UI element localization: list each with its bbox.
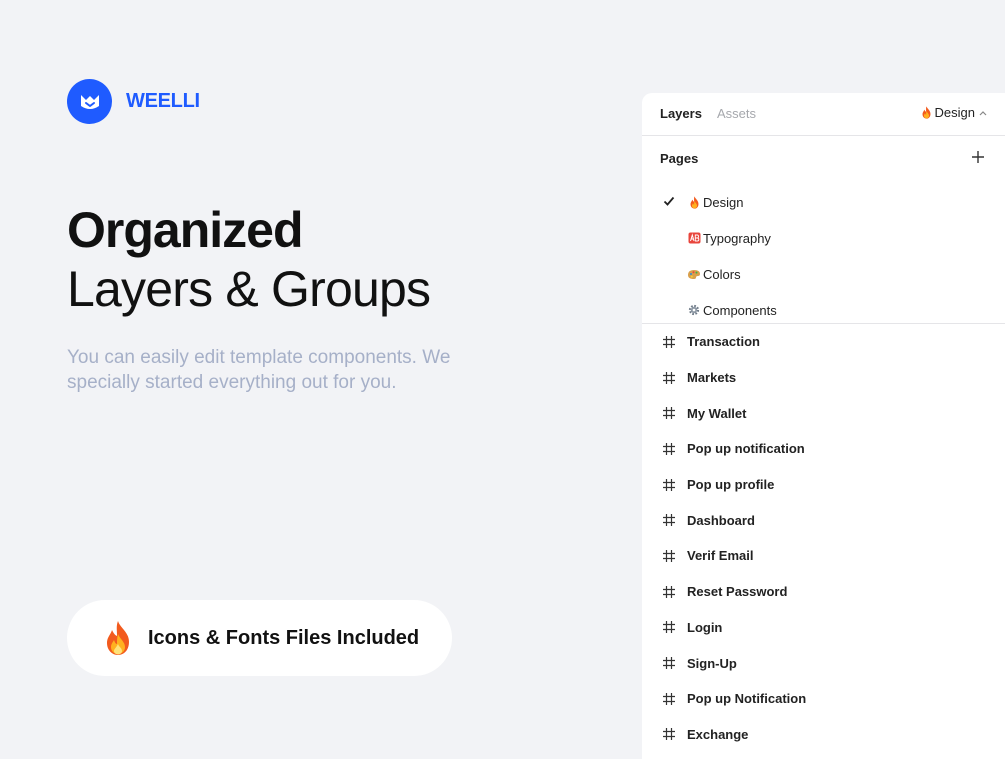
frame-label: Pop up Notification	[687, 691, 807, 707]
frame-list: Transaction Markets My Wallet Pop up not…	[642, 324, 1005, 752]
ab-icon	[687, 231, 701, 245]
chevron-up-icon	[979, 110, 987, 115]
page-label: Colors	[703, 266, 741, 282]
frame-icon	[663, 335, 675, 348]
frame-label: My Wallet	[687, 405, 747, 421]
frame-icon	[663, 621, 675, 634]
panel-header: Layers Assets Design	[642, 93, 1005, 136]
tab-layers[interactable]: Layers	[660, 106, 702, 121]
frame-item[interactable]: Pop up profile	[642, 467, 1005, 503]
layers-panel: Layers Assets Design Pages Design Typogr…	[642, 93, 1005, 759]
badge-text: Icons & Fonts Files Included	[148, 626, 420, 649]
frame-icon	[663, 692, 675, 705]
frame-icon	[663, 657, 675, 670]
frame-icon	[663, 407, 675, 420]
frame-icon	[663, 442, 675, 455]
frame-icon	[663, 728, 675, 741]
frame-item[interactable]: Exchange	[642, 717, 1005, 753]
frame-label: Pop up notification	[687, 441, 805, 457]
page-selector[interactable]: Design	[921, 105, 987, 120]
page-item-colors[interactable]: Colors	[642, 256, 1005, 292]
frame-label: Markets	[687, 370, 737, 386]
frame-icon	[663, 514, 675, 527]
included-files-badge: Icons & Fonts Files Included	[67, 600, 452, 676]
frame-label: Transaction	[687, 334, 760, 350]
brand: WEELLI	[67, 79, 200, 124]
page-label: Components	[703, 302, 777, 318]
page-label: Typography	[703, 230, 771, 246]
fire-icon	[103, 620, 133, 656]
frame-item[interactable]: Pop up Notification	[642, 681, 1005, 717]
page-item-typography[interactable]: Typography	[642, 220, 1005, 256]
subtitle: You can easily edit template components.…	[67, 347, 451, 393]
frame-label: Dashboard	[687, 512, 755, 528]
frame-label: Exchange	[687, 726, 749, 742]
pages-title: Pages	[660, 151, 699, 166]
add-page-icon[interactable]	[971, 150, 985, 164]
page-title: Organized Layers & Groups	[67, 202, 431, 317]
palette-icon	[687, 267, 701, 281]
frame-item[interactable]: Login	[642, 610, 1005, 646]
tab-assets[interactable]: Assets	[717, 106, 756, 121]
frame-item[interactable]: Verif Email	[642, 538, 1005, 574]
page-list: Design Typography Colors Components	[642, 184, 1005, 328]
page-item-components[interactable]: Components	[642, 292, 1005, 328]
frame-item[interactable]: Markets	[642, 360, 1005, 396]
frame-label: Reset Password	[687, 584, 788, 600]
page-item-design[interactable]: Design	[642, 184, 1005, 220]
gear-icon	[687, 303, 701, 317]
brand-name: WEELLI	[126, 90, 200, 112]
frame-item[interactable]: Transaction	[642, 324, 1005, 360]
frame-icon	[663, 371, 675, 384]
frame-item[interactable]: Pop up notification	[642, 431, 1005, 467]
fire-icon	[687, 195, 701, 209]
frame-icon	[663, 478, 675, 491]
title-bold: Organized	[67, 202, 303, 258]
frame-item[interactable]: My Wallet	[642, 395, 1005, 431]
title-regular: Layers & Groups	[67, 261, 431, 317]
frame-label: Verif Email	[687, 548, 754, 564]
check-icon	[663, 196, 675, 206]
weelli-logo-icon	[67, 79, 112, 124]
frame-label: Login	[687, 619, 723, 635]
frame-item[interactable]: Dashboard	[642, 502, 1005, 538]
frame-item[interactable]: Reset Password	[642, 574, 1005, 610]
fire-icon	[922, 106, 931, 119]
frame-icon	[663, 585, 675, 598]
pages-section: Pages Design Typography Colors Component…	[642, 136, 1005, 324]
frame-item[interactable]: Sign-Up	[642, 645, 1005, 681]
frame-label: Pop up profile	[687, 477, 775, 493]
page-label: Design	[703, 194, 744, 210]
current-page-label: Design	[934, 105, 975, 120]
frame-label: Sign-Up	[687, 655, 737, 671]
frame-icon	[663, 549, 675, 562]
